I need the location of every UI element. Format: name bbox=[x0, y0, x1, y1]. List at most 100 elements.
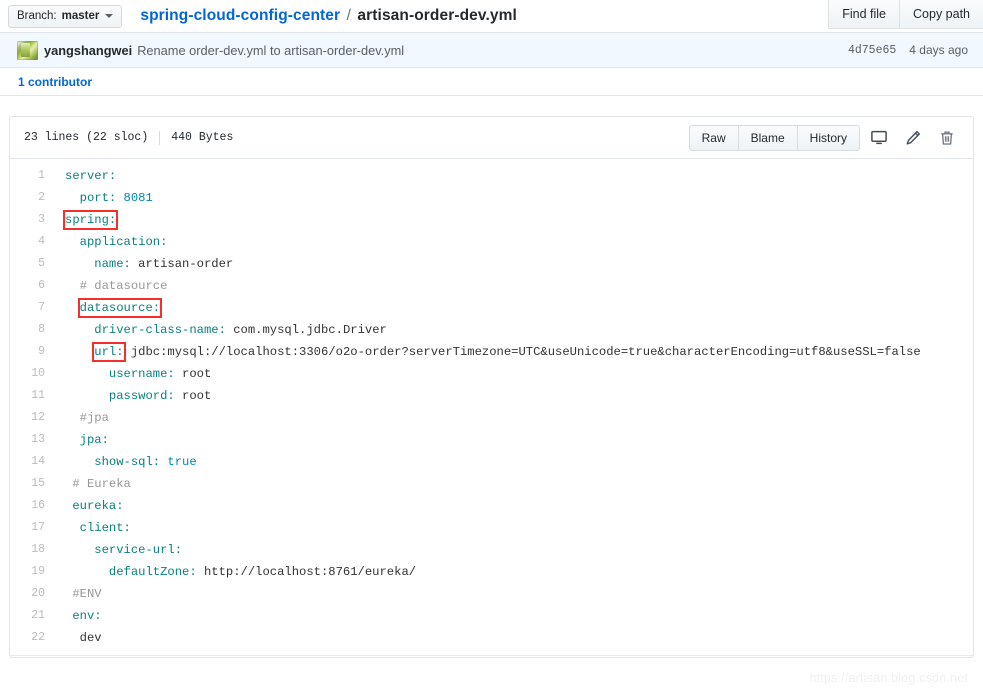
line-content[interactable]: password: root bbox=[56, 385, 973, 407]
line-number[interactable]: 8 bbox=[10, 319, 56, 341]
code-line: 22 dev bbox=[10, 627, 973, 649]
raw-button[interactable]: Raw bbox=[688, 124, 739, 151]
branch-label: Branch: bbox=[17, 10, 57, 22]
code-line: 9 url: jdbc:mysql://localhost:3306/o2o-o… bbox=[10, 341, 973, 363]
code-token: driver-class-name: bbox=[94, 323, 234, 337]
line-number[interactable]: 2 bbox=[10, 187, 56, 209]
line-content[interactable]: #jpa bbox=[56, 407, 973, 429]
breadcrumb-repo-link[interactable]: spring-cloud-config-center bbox=[140, 7, 340, 24]
line-content[interactable]: port: 8081 bbox=[56, 187, 973, 209]
code-line: 8 driver-class-name: com.mysql.jdbc.Driv… bbox=[10, 319, 973, 341]
code-line: 19 defaultZone: http://localhost:8761/eu… bbox=[10, 561, 973, 583]
code-viewer[interactable]: 1 server: 2 port: 8081 3 spring: 4 applicatio… bbox=[10, 159, 973, 657]
code-token: true bbox=[167, 455, 197, 469]
line-number[interactable]: 21 bbox=[10, 605, 56, 627]
code-table: 1 server: 2 port: 8081 3 spring: 4 applicatio… bbox=[10, 165, 973, 649]
code-token: client: bbox=[79, 521, 131, 535]
line-number[interactable]: 17 bbox=[10, 517, 56, 539]
commit-meta: 4d75e65 4 days ago bbox=[848, 43, 968, 57]
line-number[interactable]: 3 bbox=[10, 209, 56, 231]
code-line: 1 server: bbox=[10, 165, 973, 187]
line-number[interactable]: 12 bbox=[10, 407, 56, 429]
line-content[interactable]: url: jdbc:mysql://localhost:3306/o2o-ord… bbox=[56, 341, 973, 363]
line-content[interactable]: driver-class-name: com.mysql.jdbc.Driver bbox=[56, 319, 973, 341]
code-token: jdbc:mysql://localhost:3306/o2o-order?se… bbox=[123, 345, 921, 359]
code-token: #ENV bbox=[72, 587, 102, 601]
desktop-icon[interactable] bbox=[864, 125, 894, 151]
line-content[interactable]: application: bbox=[56, 231, 973, 253]
code-token: username: bbox=[108, 367, 183, 381]
footer-divider bbox=[9, 655, 974, 656]
line-content[interactable]: datasource: bbox=[56, 297, 973, 319]
line-content[interactable]: # Eureka bbox=[56, 473, 973, 495]
code-token: dev bbox=[79, 631, 102, 645]
line-content[interactable]: spring: bbox=[56, 209, 973, 231]
file-size-label: 440 Bytes bbox=[171, 131, 234, 144]
branch-value: master bbox=[61, 10, 100, 22]
file-action-group: Raw Blame History bbox=[688, 124, 860, 151]
highlighted-token: url: bbox=[92, 342, 126, 362]
line-number[interactable]: 16 bbox=[10, 495, 56, 517]
branch-selector[interactable]: Branch: master bbox=[8, 4, 123, 28]
line-content[interactable]: service-url: bbox=[56, 539, 973, 561]
line-number[interactable]: 11 bbox=[10, 385, 56, 407]
breadcrumb: spring-cloud-config-center / artisan-ord… bbox=[140, 7, 517, 25]
line-number[interactable]: 4 bbox=[10, 231, 56, 253]
line-number[interactable]: 20 bbox=[10, 583, 56, 605]
code-line: 17 client: bbox=[10, 517, 973, 539]
contributors-link[interactable]: 1 contributor bbox=[18, 75, 92, 89]
blame-button[interactable]: Blame bbox=[738, 124, 798, 151]
copy-path-button[interactable]: Copy path bbox=[899, 0, 983, 29]
line-content[interactable]: #ENV bbox=[56, 583, 973, 605]
line-content[interactable]: show-sql: true bbox=[56, 451, 973, 473]
line-number[interactable]: 5 bbox=[10, 253, 56, 275]
line-content[interactable]: defaultZone: http://localhost:8761/eurek… bbox=[56, 561, 973, 583]
line-content[interactable]: name: artisan-order bbox=[56, 253, 973, 275]
commit-message[interactable]: Rename order-dev.yml to artisan-order-de… bbox=[137, 43, 404, 58]
stats-divider bbox=[159, 130, 161, 145]
highlighted-token: spring: bbox=[62, 210, 119, 230]
code-token: # Eureka bbox=[72, 477, 131, 491]
commit-sha[interactable]: 4d75e65 bbox=[848, 44, 896, 57]
line-content[interactable]: username: root bbox=[56, 363, 973, 385]
commit-timestamp: 4 days ago bbox=[909, 43, 968, 57]
line-content[interactable]: server: bbox=[56, 165, 973, 187]
line-content[interactable]: env: bbox=[56, 605, 973, 627]
line-number[interactable]: 19 bbox=[10, 561, 56, 583]
code-token: root bbox=[182, 389, 212, 403]
line-number[interactable]: 1 bbox=[10, 165, 56, 187]
code-line: 12 #jpa bbox=[10, 407, 973, 429]
code-line: 20 #ENV bbox=[10, 583, 973, 605]
line-number[interactable]: 10 bbox=[10, 363, 56, 385]
line-number[interactable]: 14 bbox=[10, 451, 56, 473]
line-content[interactable]: dev bbox=[56, 627, 973, 649]
chevron-down-icon bbox=[105, 14, 114, 18]
line-content[interactable]: eureka: bbox=[56, 495, 973, 517]
history-button[interactable]: History bbox=[797, 124, 860, 151]
line-number[interactable]: 18 bbox=[10, 539, 56, 561]
line-number[interactable]: 13 bbox=[10, 429, 56, 451]
code-token: env: bbox=[72, 609, 102, 623]
line-number[interactable]: 22 bbox=[10, 627, 56, 649]
line-number[interactable]: 6 bbox=[10, 275, 56, 297]
find-file-button[interactable]: Find file bbox=[828, 0, 900, 29]
code-token: password: bbox=[108, 389, 183, 403]
line-content[interactable]: # datasource bbox=[56, 275, 973, 297]
breadcrumb-bar: Branch: master spring-cloud-config-cente… bbox=[0, 0, 983, 33]
code-token: #jpa bbox=[79, 411, 109, 425]
code-line: 3 spring: bbox=[10, 209, 973, 231]
trash-icon[interactable] bbox=[932, 125, 962, 151]
line-number[interactable]: 9 bbox=[10, 341, 56, 363]
line-content[interactable]: jpa: bbox=[56, 429, 973, 451]
line-content[interactable]: client: bbox=[56, 517, 973, 539]
file-toolbar: 23 lines (22 sloc) 440 Bytes Raw Blame His… bbox=[10, 117, 973, 159]
line-number[interactable]: 7 bbox=[10, 297, 56, 319]
pencil-icon[interactable] bbox=[898, 125, 928, 151]
line-number[interactable]: 15 bbox=[10, 473, 56, 495]
commit-author[interactable]: yangshangwei bbox=[44, 43, 132, 58]
